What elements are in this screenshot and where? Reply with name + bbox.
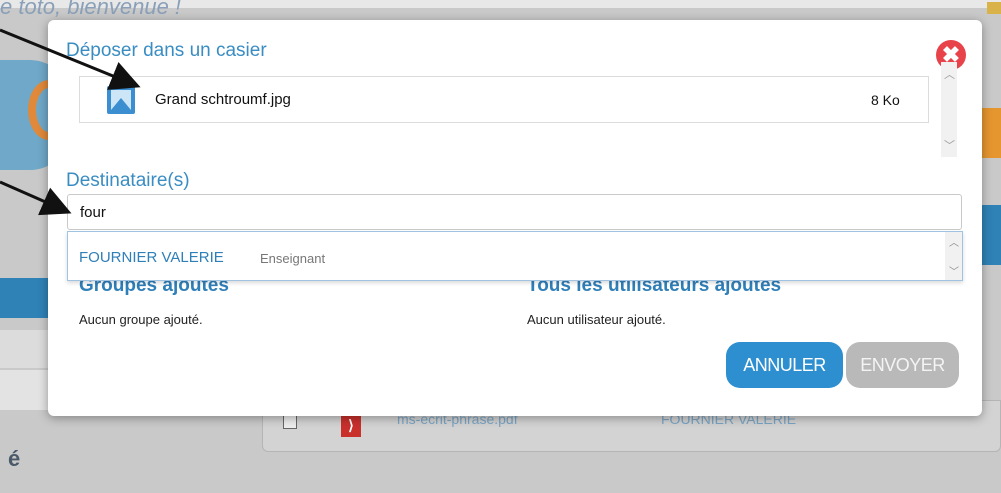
background-bottom-text: é	[8, 446, 21, 471]
added-groups-empty: Aucun groupe ajouté.	[79, 312, 203, 327]
background-left-band	[0, 278, 48, 318]
row-checkbox	[283, 415, 297, 429]
suggestion-role: Enseignant	[260, 251, 326, 266]
background-left-row	[0, 370, 48, 410]
recipients-label: Destinataire(s)	[66, 170, 190, 191]
background-right-tab	[981, 205, 1001, 265]
scroll-down-icon[interactable]: ﹀	[944, 137, 955, 153]
background-greeting: e toto, bienvenue !	[0, 0, 182, 19]
background-left-row	[0, 330, 48, 368]
scroll-up-icon[interactable]: ︿	[944, 66, 955, 82]
pdf-icon: ⟩	[341, 413, 361, 437]
dropdown-scrollbar[interactable]: ︿ ﹀	[945, 232, 962, 280]
added-users-empty: Aucun utilisateur ajouté.	[527, 312, 666, 327]
send-button[interactable]: ENVOYER	[846, 342, 959, 388]
mail-icon	[987, 2, 1001, 14]
drop-to-locker-dialog: Déposer dans un casier ✖ ︿ ﹀ Grand schtr…	[48, 20, 982, 416]
scroll-down-icon[interactable]: ﹀	[949, 263, 959, 278]
dialog-title: Déposer dans un casier	[66, 40, 267, 61]
file-name: Grand schtroumf.jpg	[155, 91, 291, 108]
scroll-up-icon[interactable]: ︿	[949, 234, 959, 249]
image-file-icon	[107, 86, 135, 114]
background-right-button	[979, 108, 1001, 158]
suggestion-name[interactable]: FOURNIER VALERIE	[79, 249, 224, 266]
recipient-search-input[interactable]	[67, 194, 962, 230]
cancel-button[interactable]: ANNULER	[726, 342, 843, 388]
file-size: 8 Ko	[871, 92, 900, 108]
autocomplete-dropdown: FOURNIER VALERIE Enseignant ︿ ﹀	[67, 231, 963, 281]
attached-file-row: Grand schtroumf.jpg 8 Ko	[79, 76, 929, 123]
